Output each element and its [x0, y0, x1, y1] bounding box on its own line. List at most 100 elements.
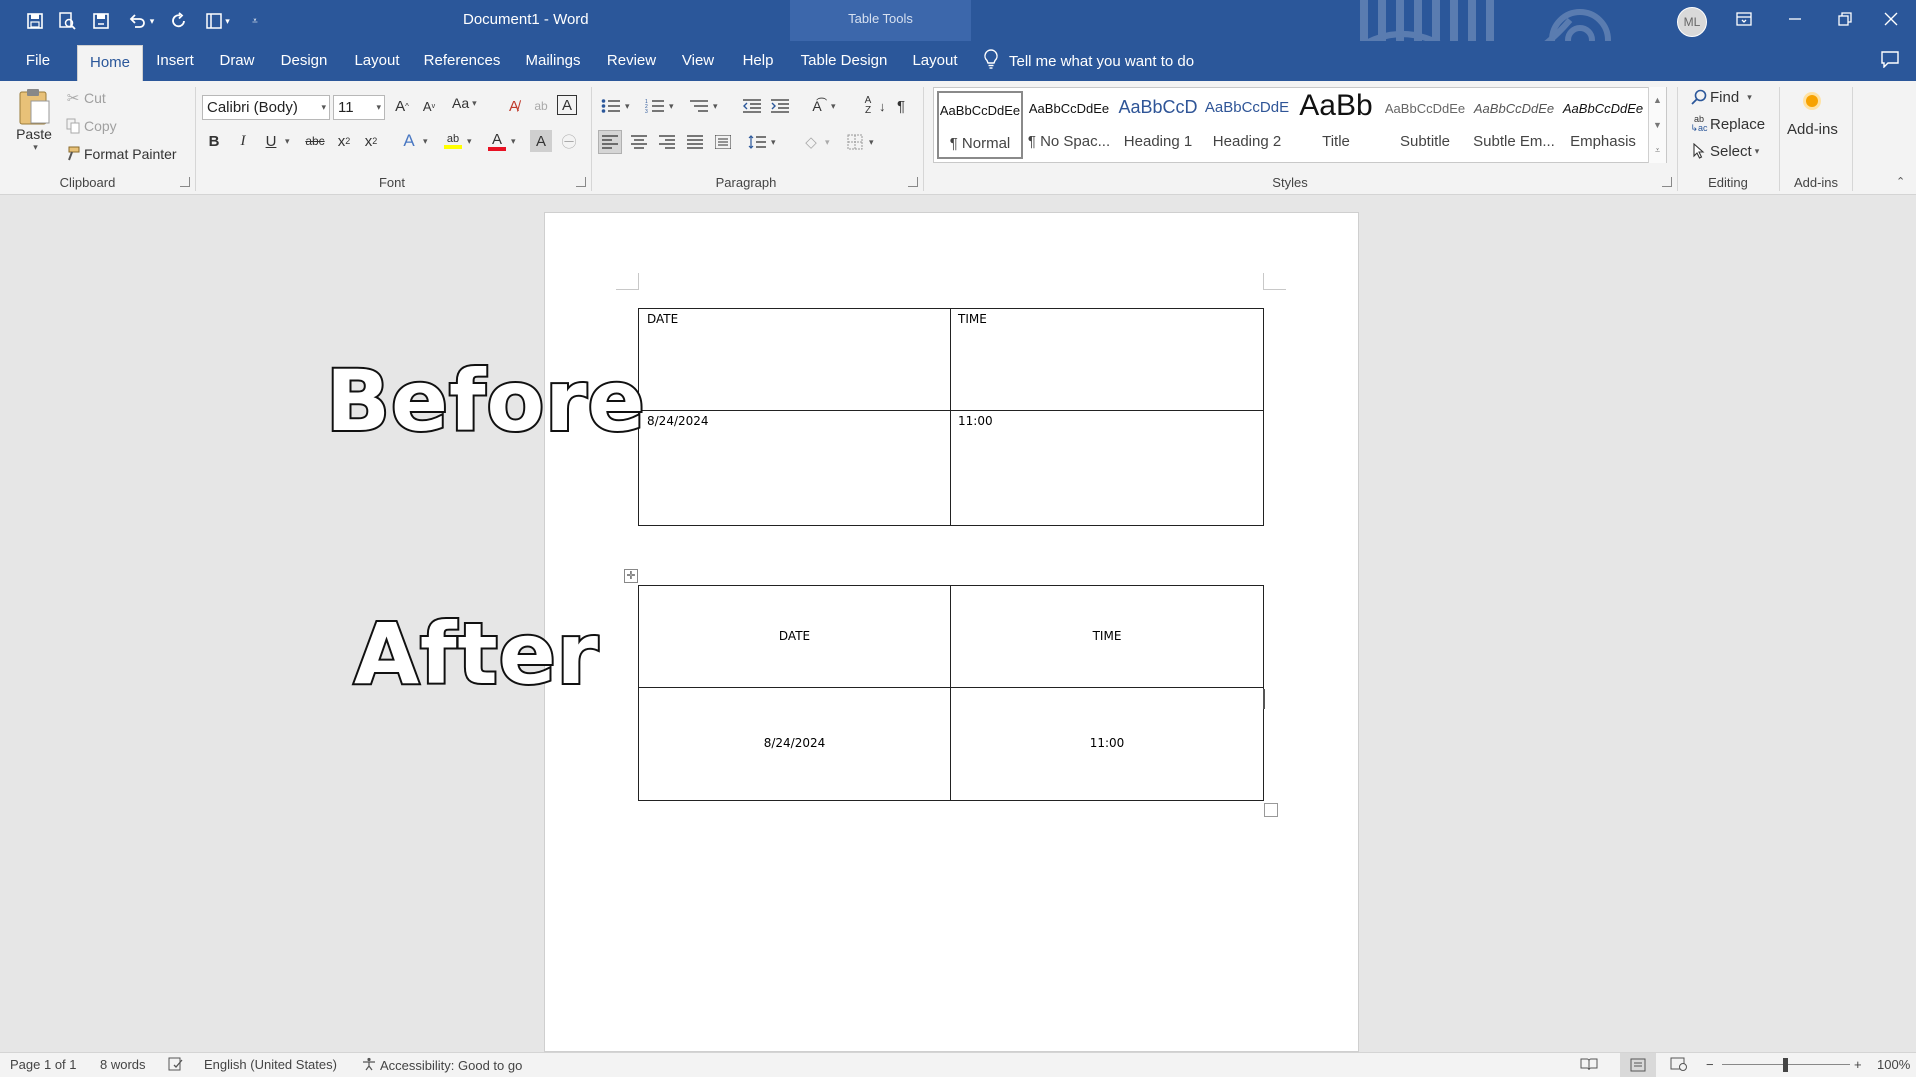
text-direction-button[interactable]: A͡ ▾ [806, 95, 836, 117]
tab-table-design[interactable]: Table Design [794, 41, 894, 81]
tab-references[interactable]: References [418, 41, 506, 81]
font-launcher-icon[interactable] [576, 177, 586, 187]
zoom-out-icon[interactable]: − [1706, 1057, 1714, 1072]
undo-icon[interactable]: ▾ [124, 9, 158, 33]
print-layout-icon[interactable] [1620, 1053, 1656, 1077]
style-no-spacing[interactable]: AaBbCcDdEe ¶ No Spac... [1026, 91, 1112, 159]
superscript-button[interactable]: x2 [360, 130, 382, 152]
tab-draw[interactable]: Draw [211, 41, 263, 81]
tab-table-layout[interactable]: Layout [903, 41, 967, 81]
zoom-level[interactable]: 100% [1877, 1057, 1910, 1072]
minimize-icon[interactable] [1770, 0, 1820, 38]
tab-mailings[interactable]: Mailings [515, 41, 591, 81]
after-table[interactable]: DATE TIME 8/24/2024 11:00 [638, 585, 1264, 801]
font-color-button[interactable]: A ▾ [486, 130, 516, 152]
borders-button[interactable]: ▾ [844, 131, 874, 153]
web-layout-icon[interactable] [1670, 1057, 1688, 1074]
cut-button[interactable]: ✂ Cut [62, 87, 106, 109]
table-cell[interactable]: TIME [958, 312, 987, 326]
style-title[interactable]: AaBb Title [1293, 89, 1379, 159]
save-as-icon[interactable] [90, 9, 112, 33]
replace-button[interactable]: ab ↳ac Replace [1688, 113, 1765, 135]
styles-gallery-scroll[interactable]: ▲ ▼ ⩡ [1648, 87, 1666, 163]
select-button[interactable]: Select ▾ [1688, 140, 1759, 162]
zoom-in-icon[interactable]: + [1854, 1057, 1862, 1072]
clipboard-launcher-icon[interactable] [180, 177, 190, 187]
subscript-button[interactable]: x2 [333, 130, 355, 152]
style-normal[interactable]: AaBbCcDdEe ¶ Normal [937, 91, 1023, 159]
save-icon[interactable] [24, 9, 46, 33]
decrease-indent-button[interactable] [741, 95, 763, 117]
zoom-slider-thumb[interactable] [1783, 1058, 1788, 1072]
tab-file[interactable]: File [14, 41, 62, 81]
underline-dropdown-icon[interactable]: ▾ [285, 136, 290, 147]
align-right-button[interactable] [656, 131, 678, 153]
language[interactable]: English (United States) [204, 1057, 337, 1072]
proofing-icon[interactable] [168, 1057, 184, 1074]
text-direction-dropdown-icon[interactable]: ▾ [831, 101, 836, 112]
document-page[interactable]: DATE TIME 8/24/2024 11:00 ✛ DATE TIME 8/… [544, 212, 1359, 1052]
increase-indent-button[interactable] [769, 95, 791, 117]
table-cell[interactable]: DATE [647, 312, 678, 326]
styles-launcher-icon[interactable] [1662, 177, 1672, 187]
table-resize-handle[interactable] [1264, 803, 1278, 817]
tab-insert[interactable]: Insert [148, 41, 202, 81]
before-table[interactable]: DATE TIME 8/24/2024 11:00 [638, 308, 1264, 526]
shading-button[interactable]: ◇ ▾ [800, 131, 830, 153]
change-case-button[interactable]: Aa ▾ [452, 95, 477, 111]
table-cell[interactable]: 8/24/2024 [647, 414, 709, 428]
highlight-dropdown-icon[interactable]: ▾ [467, 136, 472, 147]
restore-icon[interactable] [1820, 0, 1870, 38]
table-cell[interactable]: 11:00 [958, 414, 993, 428]
table-cell[interactable]: DATE [639, 629, 950, 643]
clear-formatting-button[interactable]: A̸ [503, 95, 525, 117]
style-heading-1[interactable]: AaBbCcD Heading 1 [1115, 91, 1201, 159]
numbering-button[interactable]: 123 ▾ [644, 95, 674, 117]
tab-home[interactable]: Home [77, 45, 143, 81]
shading-dropdown-icon[interactable]: ▾ [825, 137, 830, 148]
table-move-handle-icon[interactable]: ✛ [624, 569, 638, 583]
redo-icon[interactable] [168, 9, 190, 33]
customize-qat-icon[interactable]: ⩡ [248, 9, 262, 33]
font-name-combo[interactable]: Calibri (Body) ▾ [202, 95, 330, 120]
tab-review[interactable]: Review [600, 41, 663, 81]
word-count[interactable]: 8 words [100, 1057, 146, 1072]
grow-font-button[interactable]: A ^ [391, 95, 413, 117]
gallery-up-icon[interactable]: ▲ [1653, 95, 1662, 105]
tab-layout[interactable]: Layout [345, 41, 409, 81]
tab-design[interactable]: Design [272, 41, 336, 81]
read-mode-icon[interactable] [1580, 1057, 1598, 1074]
line-spacing-dropdown-icon[interactable]: ▾ [771, 137, 776, 148]
avatar[interactable]: ML [1677, 7, 1707, 37]
bullets-button[interactable]: ▾ [600, 95, 630, 117]
find-dropdown-icon[interactable]: ▾ [1747, 92, 1752, 103]
select-dropdown-icon[interactable]: ▾ [1755, 146, 1760, 157]
enclose-characters-button[interactable]: ㊀ [558, 130, 580, 152]
format-painter-button[interactable]: Format Painter [62, 143, 177, 165]
ribbon-display-options-icon[interactable] [1719, 0, 1769, 38]
paragraph-launcher-icon[interactable] [908, 177, 918, 187]
table-cell[interactable]: TIME [951, 629, 1263, 643]
find-button[interactable]: Find ▾ [1688, 86, 1752, 108]
text-effects-dropdown-icon[interactable]: ▾ [423, 136, 428, 147]
gallery-more-icon[interactable]: ⩡ [1655, 145, 1660, 156]
multilevel-dropdown-icon[interactable]: ▾ [713, 101, 718, 112]
show-formatting-marks-button[interactable]: ¶ [890, 95, 912, 117]
borders-dropdown-icon[interactable]: ▾ [869, 137, 874, 148]
font-size-dropdown-icon[interactable]: ▾ [376, 102, 381, 113]
close-icon[interactable] [1866, 0, 1916, 38]
style-subtitle[interactable]: AaBbCcDdEe Subtitle [1382, 91, 1468, 159]
view-mode-icon[interactable]: ▾ [200, 9, 236, 33]
change-case-dropdown-icon[interactable]: ▾ [472, 98, 477, 109]
distributed-button[interactable] [712, 131, 734, 153]
collapse-ribbon-icon[interactable]: ⌃ [1896, 175, 1905, 188]
multilevel-list-button[interactable]: ▾ [688, 95, 718, 117]
gallery-down-icon[interactable]: ▼ [1653, 120, 1662, 130]
font-color-dropdown-icon[interactable]: ▾ [511, 136, 516, 147]
character-shading-button[interactable]: A [530, 130, 552, 152]
italic-button[interactable]: I [232, 130, 254, 152]
add-ins-button[interactable]: Add-ins [1787, 95, 1838, 138]
tell-me-search[interactable]: Tell me what you want to do [983, 41, 1194, 81]
line-spacing-button[interactable]: ▾ [746, 131, 776, 153]
accessibility-status[interactable]: Accessibility: Good to go [361, 1057, 522, 1074]
